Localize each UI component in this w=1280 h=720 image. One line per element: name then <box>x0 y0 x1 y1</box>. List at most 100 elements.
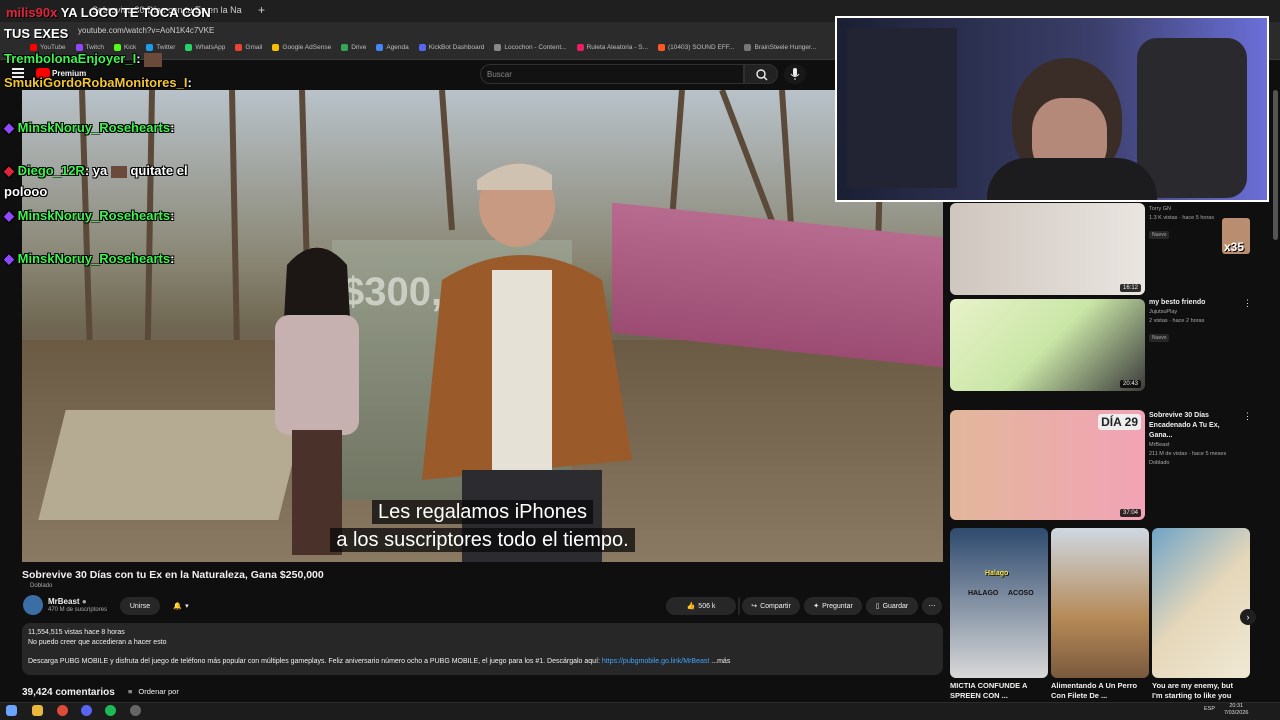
description-line-2: Descarga PUBG MOBILE y disfruta del jueg… <box>28 658 731 665</box>
new-badge: Nuevo <box>1149 334 1170 342</box>
gaming-chair <box>1137 38 1247 198</box>
bookmark-label: BrainSteele Hunger... <box>754 44 817 51</box>
obs-icon[interactable] <box>130 705 141 716</box>
bookmark-item[interactable]: Locochon - Content... <box>494 44 567 51</box>
video-subtitles: Les regalamos iPhones a los suscriptores… <box>22 498 943 554</box>
more-options-icon[interactable]: ⋯ <box>922 597 942 615</box>
like-button[interactable]: 👍 506 k <box>666 597 736 615</box>
video-title: Sobrevive 30 Días con tu Ex en la Natura… <box>22 569 324 581</box>
sort-comments-button[interactable]: ≡ Ordenar por <box>128 687 179 696</box>
system-clock[interactable]: 20:31 7/03/2026 <box>1224 703 1248 717</box>
emote-icon <box>144 52 163 67</box>
chat-message: ◆ MinskNoruy_Rosehearts: <box>4 120 175 135</box>
bookmark-label: Google AdSense <box>282 44 332 51</box>
dubbed-badge: Doblado <box>1149 460 1170 466</box>
bookmark-label: Locochon - Content... <box>504 44 567 51</box>
bookmark-item[interactable]: Drive <box>341 44 366 51</box>
more-vert-icon[interactable]: ⋮ <box>1243 411 1252 422</box>
file-explorer-icon[interactable] <box>32 705 43 716</box>
related-video-thumbnail[interactable]: 20:43 <box>950 299 1145 391</box>
search-input[interactable]: Buscar <box>480 64 744 84</box>
discord-icon[interactable] <box>81 705 92 716</box>
bookmark-item[interactable]: Google AdSense <box>272 44 331 51</box>
related-title: Sobrevive 30 Días Encadenado A Tu Ex, Ga… <box>1149 412 1220 439</box>
language-indicator[interactable]: ESP <box>1204 706 1215 712</box>
taskbar <box>0 702 1280 720</box>
collectibles-shelf <box>847 28 957 188</box>
windows-start-icon[interactable] <box>6 705 17 716</box>
verified-icon: ● <box>81 597 87 606</box>
thumbs-up-icon: 👍 <box>686 603 696 610</box>
emote-icon <box>110 165 127 178</box>
related-title: my besto friendo <box>1149 299 1206 306</box>
bookmark-item[interactable]: Agenda <box>376 44 409 51</box>
stream-chat: TrembolonaEnjoyer_I: SmukiGordoRobaMonit… <box>0 0 240 320</box>
ask-button[interactable]: ✦ Preguntar <box>804 597 862 615</box>
bookmark-favicon-icon <box>658 44 665 51</box>
bookmark-item[interactable]: KickBot Dashboard <box>418 44 485 51</box>
notifications-button[interactable]: 🔔 ▾ <box>165 597 197 615</box>
bookmark-favicon-icon <box>494 44 502 51</box>
share-button[interactable]: ↪ Compartir <box>742 597 800 615</box>
related-video-info[interactable]: my besto friendo JujutsuPlay 2 vistas · … <box>1149 298 1239 344</box>
comment-count: 39,424 comentarios <box>22 687 115 698</box>
short-thumbnail[interactable] <box>1152 528 1250 678</box>
share-icon: ↪ <box>751 603 758 610</box>
subtitle-line-1: Les regalamos iPhones <box>371 500 593 524</box>
search-icon <box>756 69 768 81</box>
join-button[interactable]: Unirse <box>120 597 160 615</box>
bookmark-label: Gmail <box>245 44 263 51</box>
chat-message: ◆ MinskNoruy_Rosehearts: <box>4 251 175 266</box>
description-box[interactable] <box>22 623 943 675</box>
related-channel: Torry GN <box>1149 206 1171 212</box>
related-video-info[interactable]: Sobrevive 30 Días Encadenado A Tu Ex, Ga… <box>1149 411 1239 468</box>
bookmark-item[interactable]: Ruleta Aleatoria - S... <box>576 44 648 51</box>
streamer-body <box>987 158 1157 200</box>
related-video-thumbnail[interactable]: 16:12 <box>950 203 1145 295</box>
bookmark-label: KickBot Dashboard <box>428 44 485 51</box>
new-tab-icon[interactable]: + <box>258 3 265 17</box>
subscriber-count: 470 M de suscriptores <box>48 607 108 613</box>
chevron-right-icon[interactable]: › <box>1240 609 1256 625</box>
related-meta: 2 vistas · hace 2 horas <box>1149 318 1205 324</box>
related-video-info[interactable]: Torry GN 1.3 K vistas · hace 5 horas Nue… <box>1149 205 1214 241</box>
bookmark-label: (10403) SOUND EFF... <box>668 44 735 51</box>
bookmark-favicon-icon <box>341 44 349 51</box>
bookmark-label: Agenda <box>386 44 409 51</box>
new-badge: Nuevo <box>1149 231 1170 239</box>
sort-icon: ≡ <box>128 687 133 696</box>
chrome-icon[interactable] <box>57 705 68 716</box>
bookmark-icon: ▯ <box>875 603 880 610</box>
search-button[interactable] <box>744 64 778 84</box>
voice-search-button[interactable] <box>784 64 806 84</box>
related-meta: 1.3 K vistas · hace 5 horas <box>1149 215 1215 221</box>
channel-avatar[interactable] <box>23 595 43 615</box>
save-button[interactable]: ▯ Guardar <box>866 597 918 615</box>
show-more-link[interactable]: ...más <box>711 658 730 665</box>
chat-message-continued: polooo <box>4 184 48 199</box>
scrollbar[interactable] <box>1273 90 1278 240</box>
channel-name[interactable]: MrBeast ● <box>48 597 87 606</box>
like-divider <box>738 597 740 615</box>
video-duration: 16:12 <box>1119 284 1141 292</box>
bookmark-favicon-icon <box>376 44 384 51</box>
short-thumbnail[interactable] <box>1051 528 1149 678</box>
more-vert-icon[interactable]: ⋮ <box>1243 298 1252 309</box>
short-thumbnail[interactable]: Halago HALAGO ACOSO <box>950 528 1048 678</box>
short-title[interactable]: You are my enemy, but I'm starting to li… <box>1152 681 1244 701</box>
chevron-down-icon: ▾ <box>185 603 189 610</box>
bell-icon: 🔔 <box>173 603 183 610</box>
sparkle-icon: ✦ <box>813 603 820 610</box>
dubbed-label: Doblado <box>30 583 53 589</box>
chat-message: SmukiGordoRobaMonitores_I: <box>4 75 192 90</box>
description-link[interactable]: https://pubgmobile.go.link/MrBeast <box>602 658 709 665</box>
spotify-icon[interactable] <box>105 705 116 716</box>
bookmark-favicon-icon <box>272 44 280 51</box>
bookmark-label: Ruleta Aleatoria - S... <box>586 44 648 51</box>
short-title[interactable]: MICTIA CONFUNDE A SPREEN CON ... <box>950 681 1042 701</box>
thumbnail-day-label: DÍA 29 <box>1098 414 1141 430</box>
bookmark-item[interactable]: BrainSteele Hunger... <box>744 44 816 51</box>
related-video-thumbnail[interactable]: DÍA 29 37:04 <box>950 410 1145 520</box>
bookmark-item[interactable]: (10403) SOUND EFF... <box>658 44 734 51</box>
short-title[interactable]: Alimentando A Un Perro Con Filete De ... <box>1051 681 1143 701</box>
